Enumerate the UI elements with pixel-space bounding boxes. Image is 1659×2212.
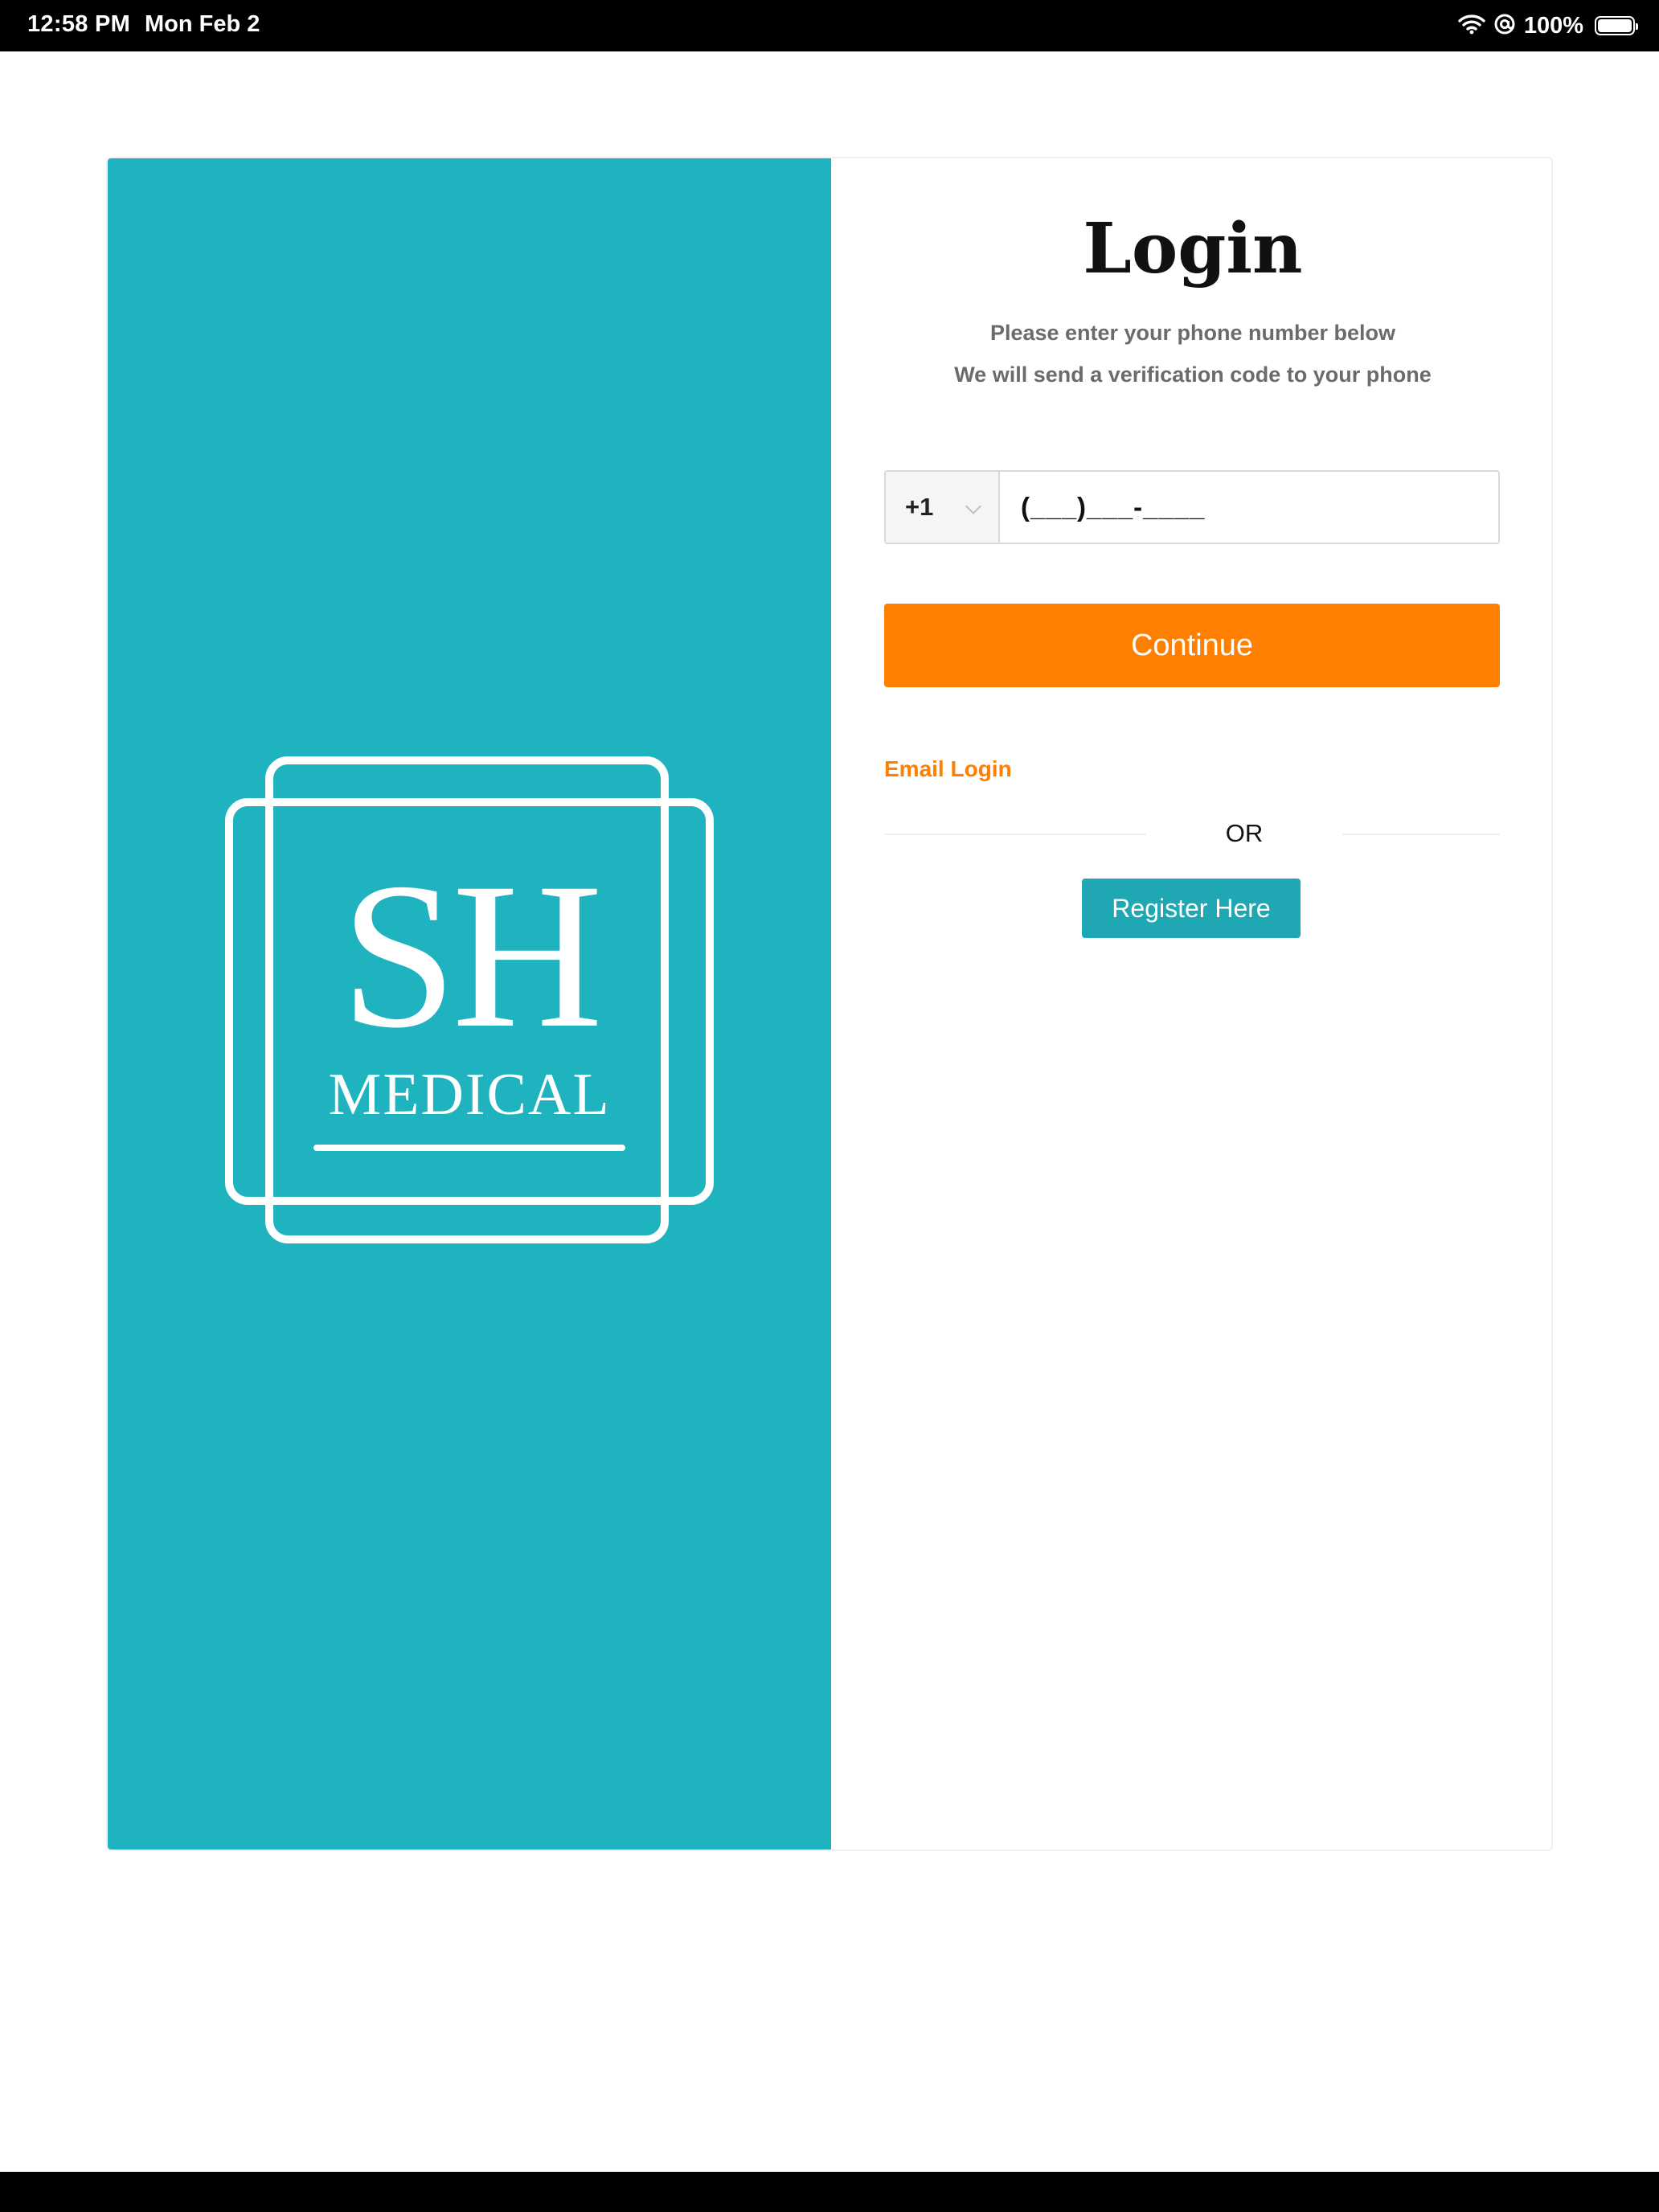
instruction-text-2: We will send a verification code to your…: [954, 363, 1432, 387]
email-login-link[interactable]: Email Login: [884, 756, 1012, 782]
divider-left: [884, 834, 1146, 835]
screen: 12:58 PM Mon Feb 2 100% SH MEDICAL Login…: [0, 0, 1659, 2212]
status-time: 12:58 PM: [27, 11, 131, 37]
sh-medical-logo: SH MEDICAL: [225, 756, 714, 1243]
status-indicators: 100%: [1458, 10, 1638, 42]
register-button[interactable]: Register Here: [1082, 879, 1301, 938]
country-code-select[interactable]: +1: [886, 472, 1000, 543]
continue-button[interactable]: Continue: [884, 604, 1500, 687]
logo-monogram: SH: [340, 840, 603, 1071]
app-content: SH MEDICAL Login Please enter your phone…: [0, 51, 1659, 2172]
phone-input-group: +1: [884, 470, 1500, 544]
battery-icon: [1595, 16, 1638, 35]
wifi-icon: [1458, 14, 1485, 39]
battery-percent: 100%: [1523, 12, 1583, 39]
chevron-down-icon: [965, 498, 981, 514]
status-date: Mon Feb 2: [145, 11, 260, 37]
bottom-bar: [0, 2172, 1659, 2212]
at-sign-icon: [1493, 13, 1516, 39]
logo-wordmark: MEDICAL: [328, 1062, 611, 1128]
battery-fill: [1598, 19, 1632, 32]
page-title: Login: [1083, 208, 1303, 289]
logo-underline: [313, 1145, 625, 1151]
country-code-value: +1: [905, 493, 934, 521]
phone-number-input[interactable]: [1000, 472, 1498, 543]
login-form-panel: Login Please enter your phone number bel…: [831, 158, 1551, 1849]
status-bar: 12:58 PM Mon Feb 2 100%: [0, 0, 1659, 51]
divider-right: [1342, 834, 1500, 835]
or-separator: OR: [1225, 819, 1264, 847]
login-card: SH MEDICAL Login Please enter your phone…: [106, 157, 1553, 1851]
instruction-text-1: Please enter your phone number below: [989, 321, 1396, 345]
battery-nub: [1636, 23, 1638, 30]
brand-panel: SH MEDICAL: [108, 158, 831, 1849]
